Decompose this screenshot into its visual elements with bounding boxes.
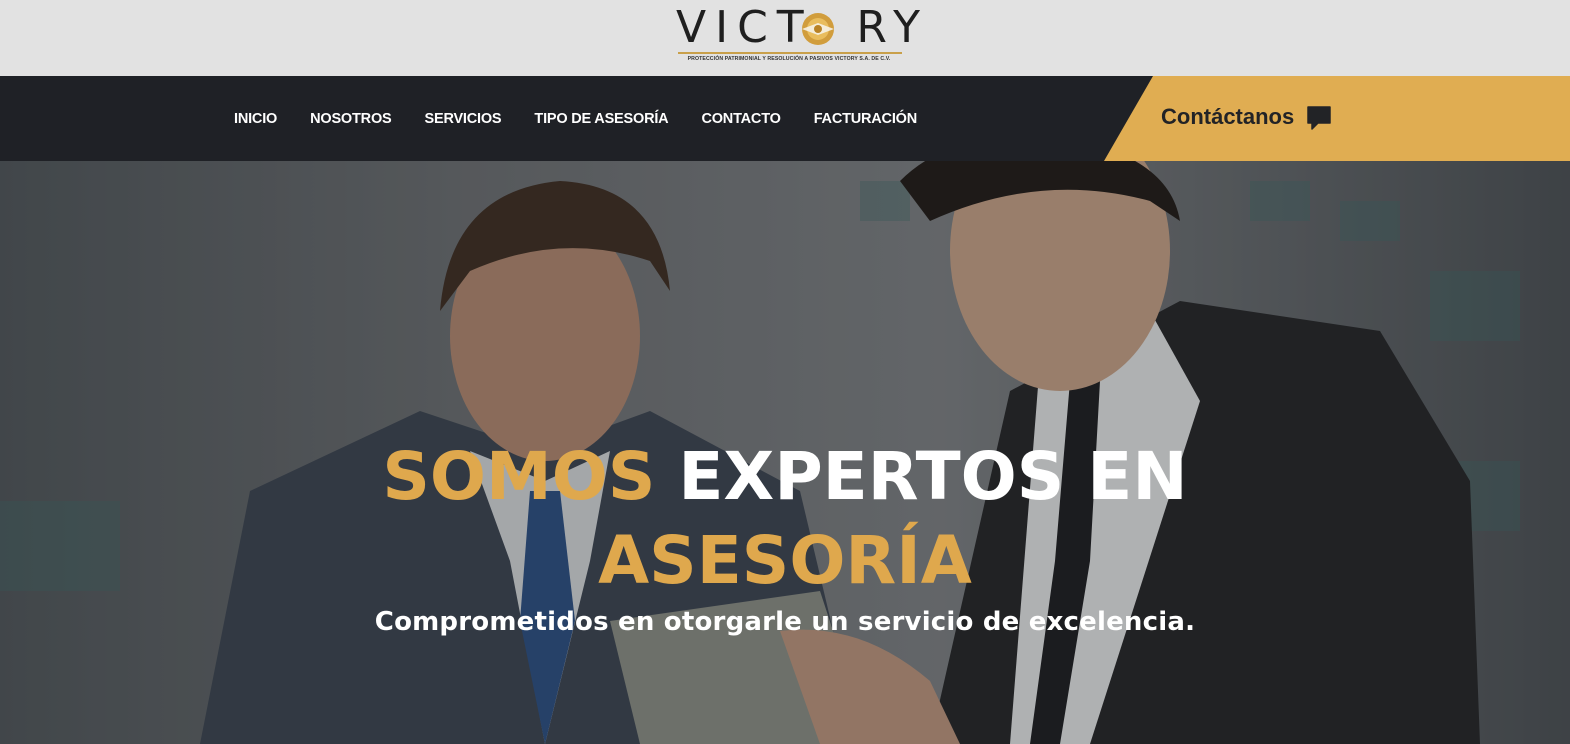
contact-cta-button[interactable]: Contáctanos xyxy=(1104,76,1570,161)
top-bar: VICTORY PROTECCIÓN PATRIMONIAL Y RESOLUC… xyxy=(0,0,1570,76)
logo-underline xyxy=(678,52,902,54)
nav-item-facturacion[interactable]: FACTURACIÓN xyxy=(814,111,918,127)
headline-word-somos: SOMOS xyxy=(382,438,656,515)
main-navigation: INICIO NOSOTROS SERVICIOS TIPO DE ASESOR… xyxy=(0,76,1570,161)
nav-item-contacto[interactable]: CONTACTO xyxy=(701,111,780,127)
logo-emblem-icon xyxy=(802,13,834,45)
nav-item-inicio[interactable]: INICIO xyxy=(234,111,277,127)
chat-bubble-icon xyxy=(1307,106,1331,130)
nav-item-nosotros[interactable]: NOSOTROS xyxy=(310,111,392,127)
logo-wordmark: VICTORY xyxy=(676,2,929,53)
hero-section: SOMOS EXPERTOS EN ASESORÍA Comprometidos… xyxy=(0,161,1570,744)
nav-item-servicios[interactable]: SERVICIOS xyxy=(425,111,502,127)
nav-item-tipo-de-asesoria[interactable]: TIPO DE ASESORÍA xyxy=(534,111,668,127)
victory-logo[interactable]: VICTORY PROTECCIÓN PATRIMONIAL Y RESOLUC… xyxy=(676,2,929,66)
hero-headline: SOMOS EXPERTOS EN ASESORÍA xyxy=(0,435,1570,603)
logo-subtitle: PROTECCIÓN PATRIMONIAL Y RESOLUCIÓN A PA… xyxy=(687,56,891,62)
hero-tagline: Comprometidos en otorgarle un servicio d… xyxy=(374,607,1196,637)
headline-word-asesoria: ASESORÍA xyxy=(598,522,972,599)
headline-expertos-en: EXPERTOS EN xyxy=(678,438,1188,515)
nav-menu: INICIO NOSOTROS SERVICIOS TIPO DE ASESOR… xyxy=(234,76,950,161)
cta-label: Contáctanos xyxy=(1161,104,1295,129)
